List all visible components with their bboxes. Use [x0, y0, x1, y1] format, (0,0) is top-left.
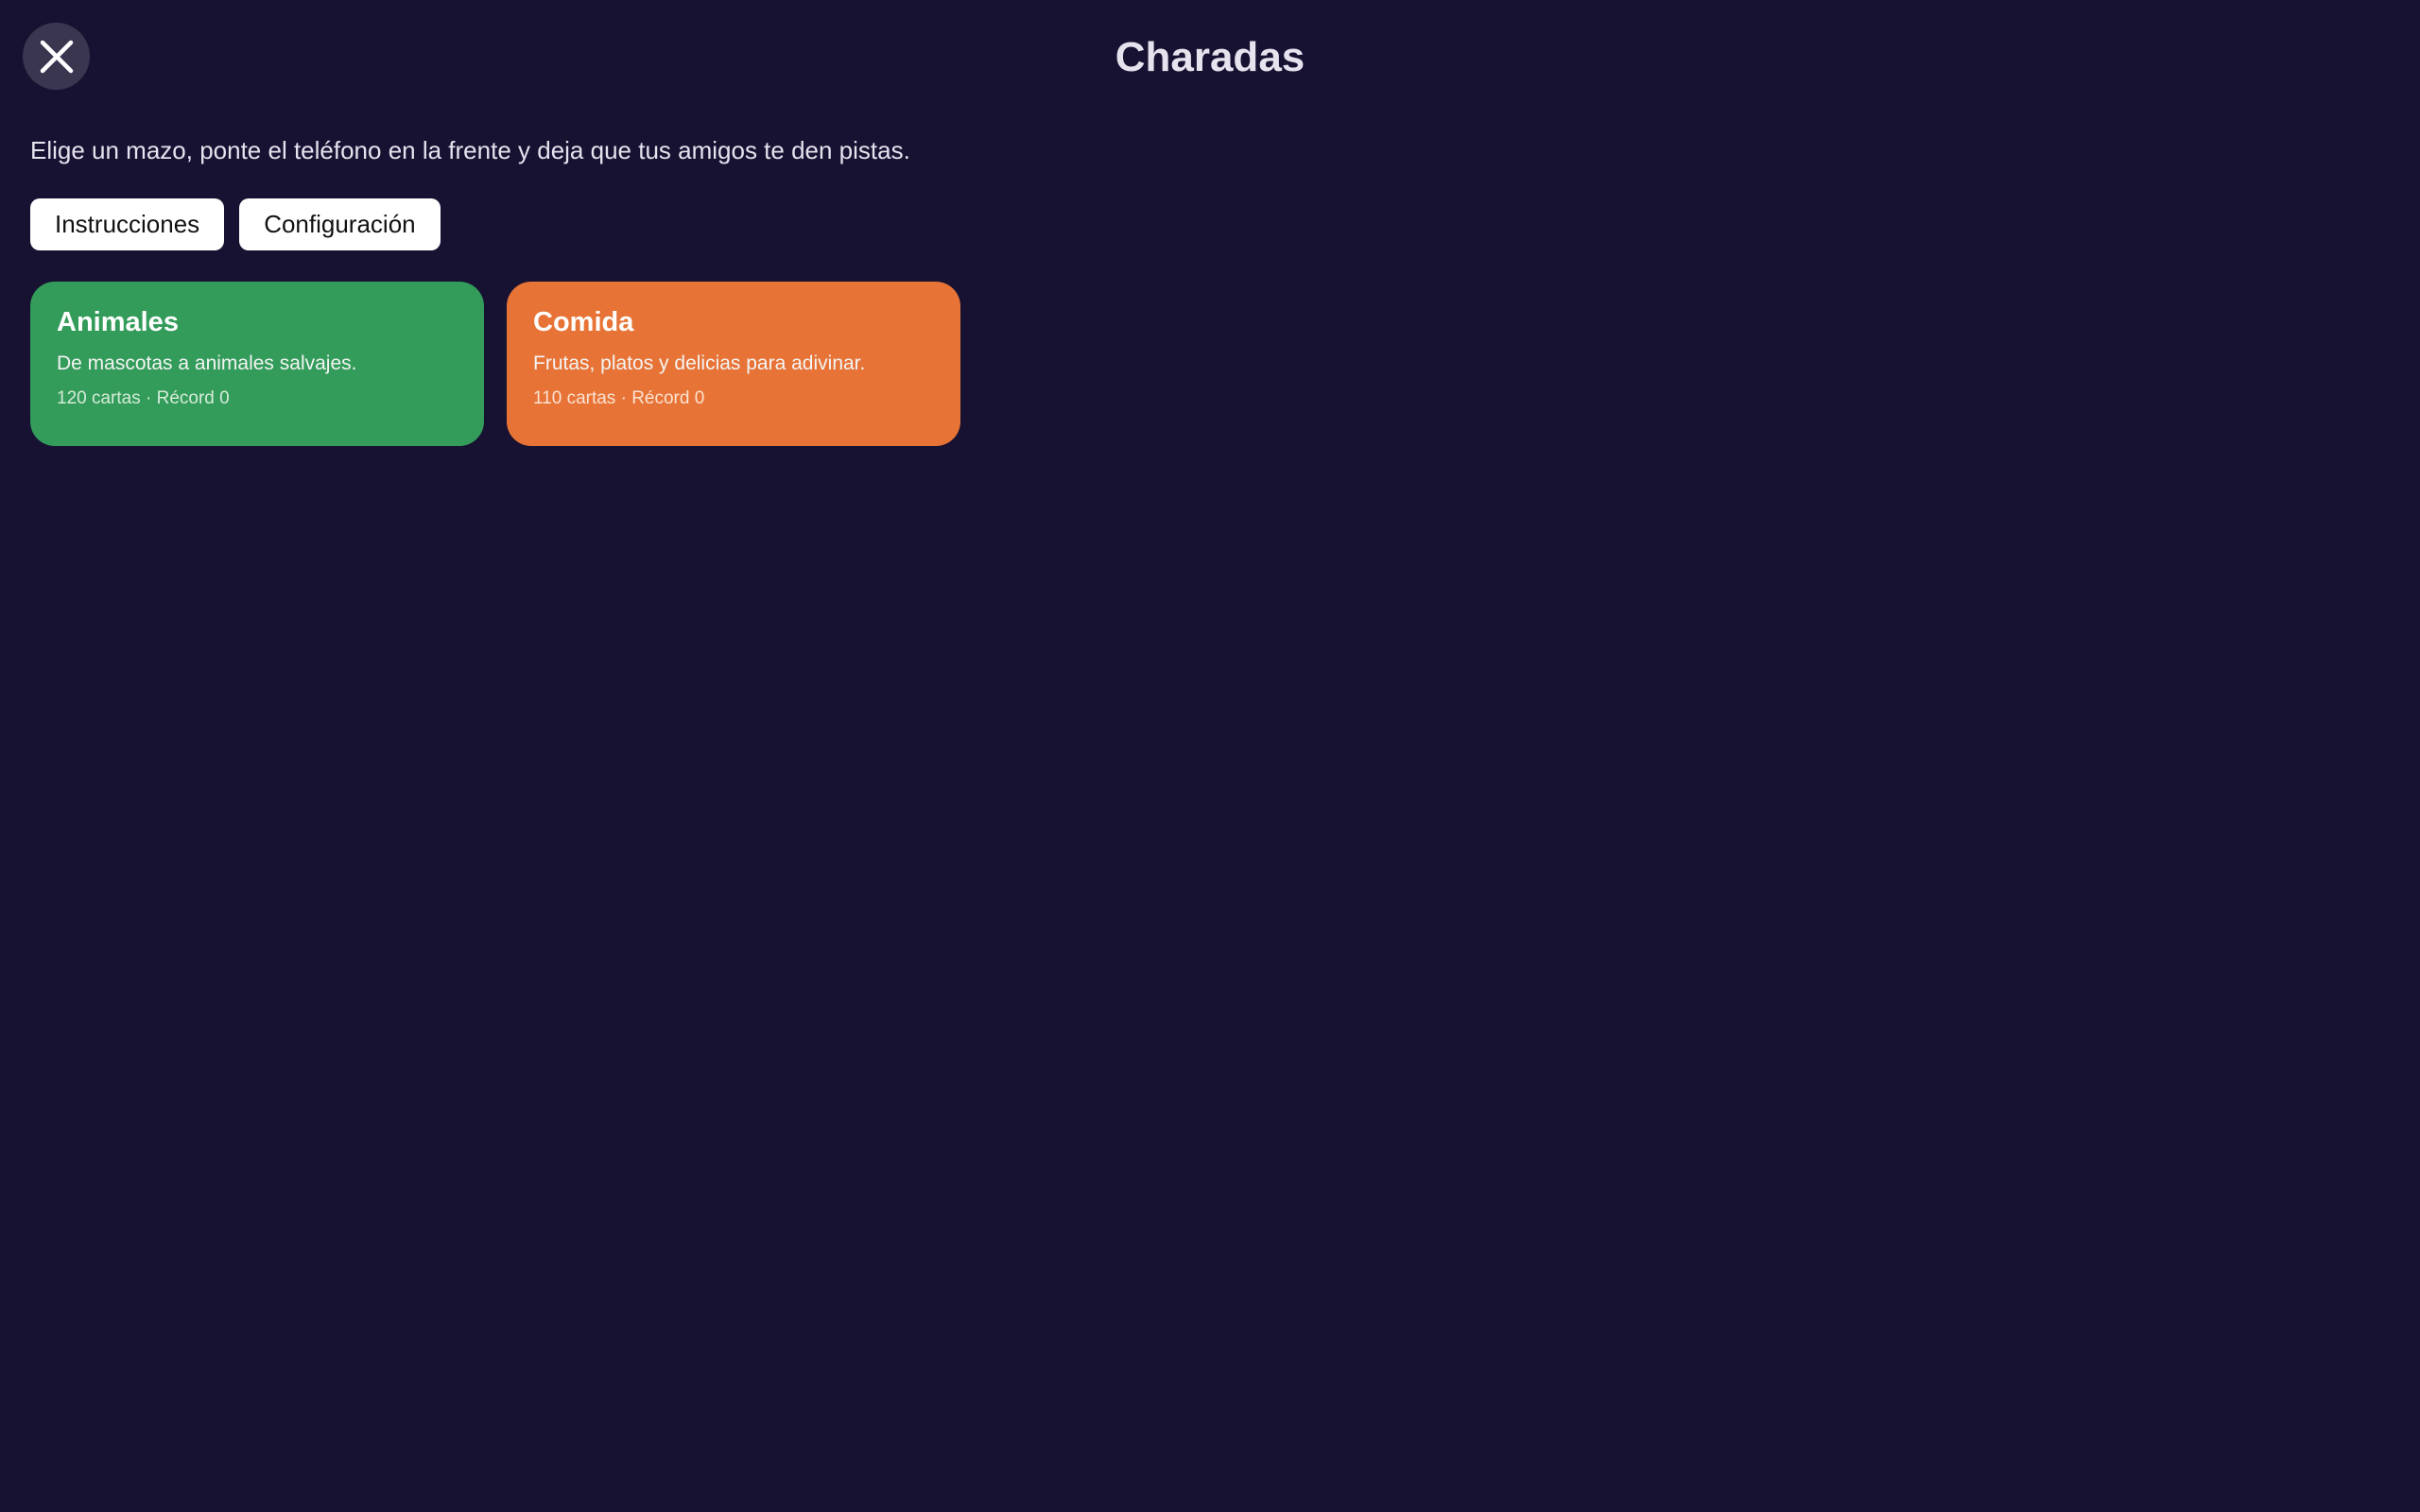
page-subtitle: Elige un mazo, ponte el teléfono en la f… [30, 136, 910, 164]
deck-meta: 110 cartas · Récord 0 [533, 388, 705, 408]
deck-meta: 120 cartas · Récord 0 [57, 388, 230, 408]
deck-card-animales[interactable]: Animales De mascotas a animales salvajes… [30, 282, 484, 446]
page-title: Charadas [1115, 34, 1305, 80]
deck-title: Animales [57, 307, 179, 337]
deck-title: Comida [533, 307, 634, 337]
deck-description: Frutas, platos y delicias para adivinar. [533, 352, 866, 374]
deck-description: De mascotas a animales salvajes. [57, 352, 357, 374]
deck-list: Animales De mascotas a animales salvajes… [30, 282, 960, 446]
settings-button[interactable]: Configuración [239, 198, 441, 250]
action-buttons: Instrucciones Configuración [30, 198, 441, 250]
instructions-button[interactable]: Instrucciones [30, 198, 225, 250]
deck-card-comida[interactable]: Comida Frutas, platos y delicias para ad… [507, 282, 960, 446]
